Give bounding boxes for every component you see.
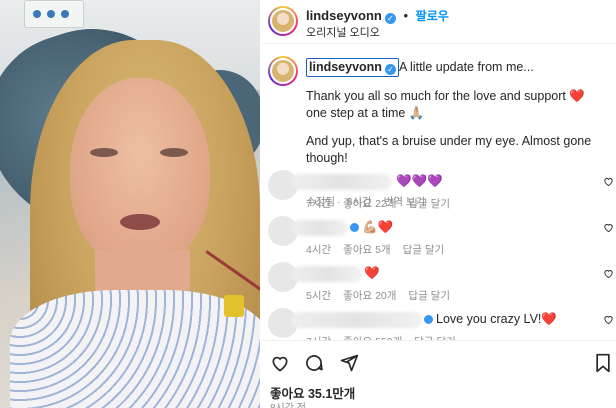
comment-text-wrap: 💪🏼❤️: [350, 220, 393, 235]
heart-icon[interactable]: [603, 176, 614, 190]
separator-dot: •: [403, 8, 409, 23]
blurred-username: [292, 174, 392, 190]
comment-time: 7시간: [306, 198, 332, 210]
comment-likes[interactable]: 좋아요 20개: [343, 290, 396, 302]
comment-item: ❤️ 5시간 좋아요 20개 답글 달기: [262, 262, 616, 308]
share-icon[interactable]: [339, 353, 359, 378]
verified-icon: [350, 223, 359, 232]
action-bar: 좋아요 35.1만개 8시간 전: [262, 340, 616, 408]
reply-button[interactable]: 답글 달기: [403, 244, 445, 256]
comment-meta: 7시간 좋아요 22개 답글 달기: [306, 196, 462, 211]
follow-button[interactable]: 팔로우: [416, 9, 449, 23]
verified-icon: [424, 315, 433, 324]
blurred-username: [292, 312, 422, 328]
monitor-clip: [224, 295, 244, 317]
post-media[interactable]: [0, 0, 260, 408]
comment-meta: 5시간 좋아요 20개 답글 달기: [306, 288, 462, 303]
caption-first-line: A little update from me...: [398, 60, 534, 74]
caption-paragraph: And yup, that's a bruise under my eye. A…: [306, 134, 592, 165]
reply-button[interactable]: 답글 달기: [408, 198, 450, 210]
caption-body: lindseyvonn ✓ A little update from me... T…: [306, 58, 606, 178]
heart-icon[interactable]: [603, 268, 614, 282]
comment-text: ❤️: [364, 266, 380, 280]
comment-meta: 4시간 좋아요 5개 답글 달기: [306, 242, 456, 257]
blurred-username: [292, 220, 348, 236]
heart-icon[interactable]: [270, 353, 290, 378]
comment-item: 💪🏼❤️ 4시간 좋아요 5개 답글 달기: [262, 216, 616, 262]
right-eye: [160, 148, 188, 157]
caption-paragraph: Thank you all so much for the love and s…: [306, 89, 585, 120]
comment-time: 4시간: [306, 244, 332, 256]
comment-likes[interactable]: 좋아요 22개: [343, 198, 396, 210]
comment-item: 💜💜💜 7시간 좋아요 22개 답글 달기: [262, 170, 616, 216]
heart-icon[interactable]: [603, 314, 614, 328]
comment-icon[interactable]: [304, 353, 324, 378]
post-header: lindseyvonn ✓ • 팔로우 오리지널 오디오: [262, 0, 616, 44]
left-eye: [90, 148, 118, 157]
header-line: lindseyvonn ✓ • 팔로우: [306, 7, 449, 24]
comment-text: Love you crazy LV!❤️: [436, 312, 557, 326]
post-side-panel: lindseyvonn ✓ • 팔로우 오리지널 오디오 lindseyvonn ✓…: [262, 0, 616, 408]
comment-likes[interactable]: 좋아요 5개: [343, 244, 390, 256]
audio-label[interactable]: 오리지널 오디오: [306, 24, 380, 40]
header-username[interactable]: lindseyvonn: [306, 8, 382, 23]
avatar[interactable]: [268, 6, 298, 36]
wall-panel: [24, 0, 84, 28]
comment-text: 💪🏼❤️: [362, 220, 394, 234]
heart-icon[interactable]: [603, 222, 614, 236]
comment-text: 💜💜💜: [396, 174, 443, 188]
reply-button[interactable]: 답글 달기: [408, 290, 450, 302]
hospital-gown: [10, 290, 260, 408]
post-date: 8시간 전: [270, 399, 306, 408]
face: [70, 78, 210, 268]
comment-time: 5시간: [306, 290, 332, 302]
caption-avatar[interactable]: [268, 56, 298, 86]
comment-text-wrap: Love you crazy LV!❤️: [424, 312, 557, 327]
caption-username[interactable]: lindseyvonn ✓: [306, 58, 399, 77]
mouth: [120, 214, 160, 230]
bookmark-icon[interactable]: [594, 353, 612, 378]
verified-icon: ✓: [384, 64, 396, 75]
blurred-username: [292, 266, 362, 282]
verified-icon: ✓: [384, 13, 396, 24]
